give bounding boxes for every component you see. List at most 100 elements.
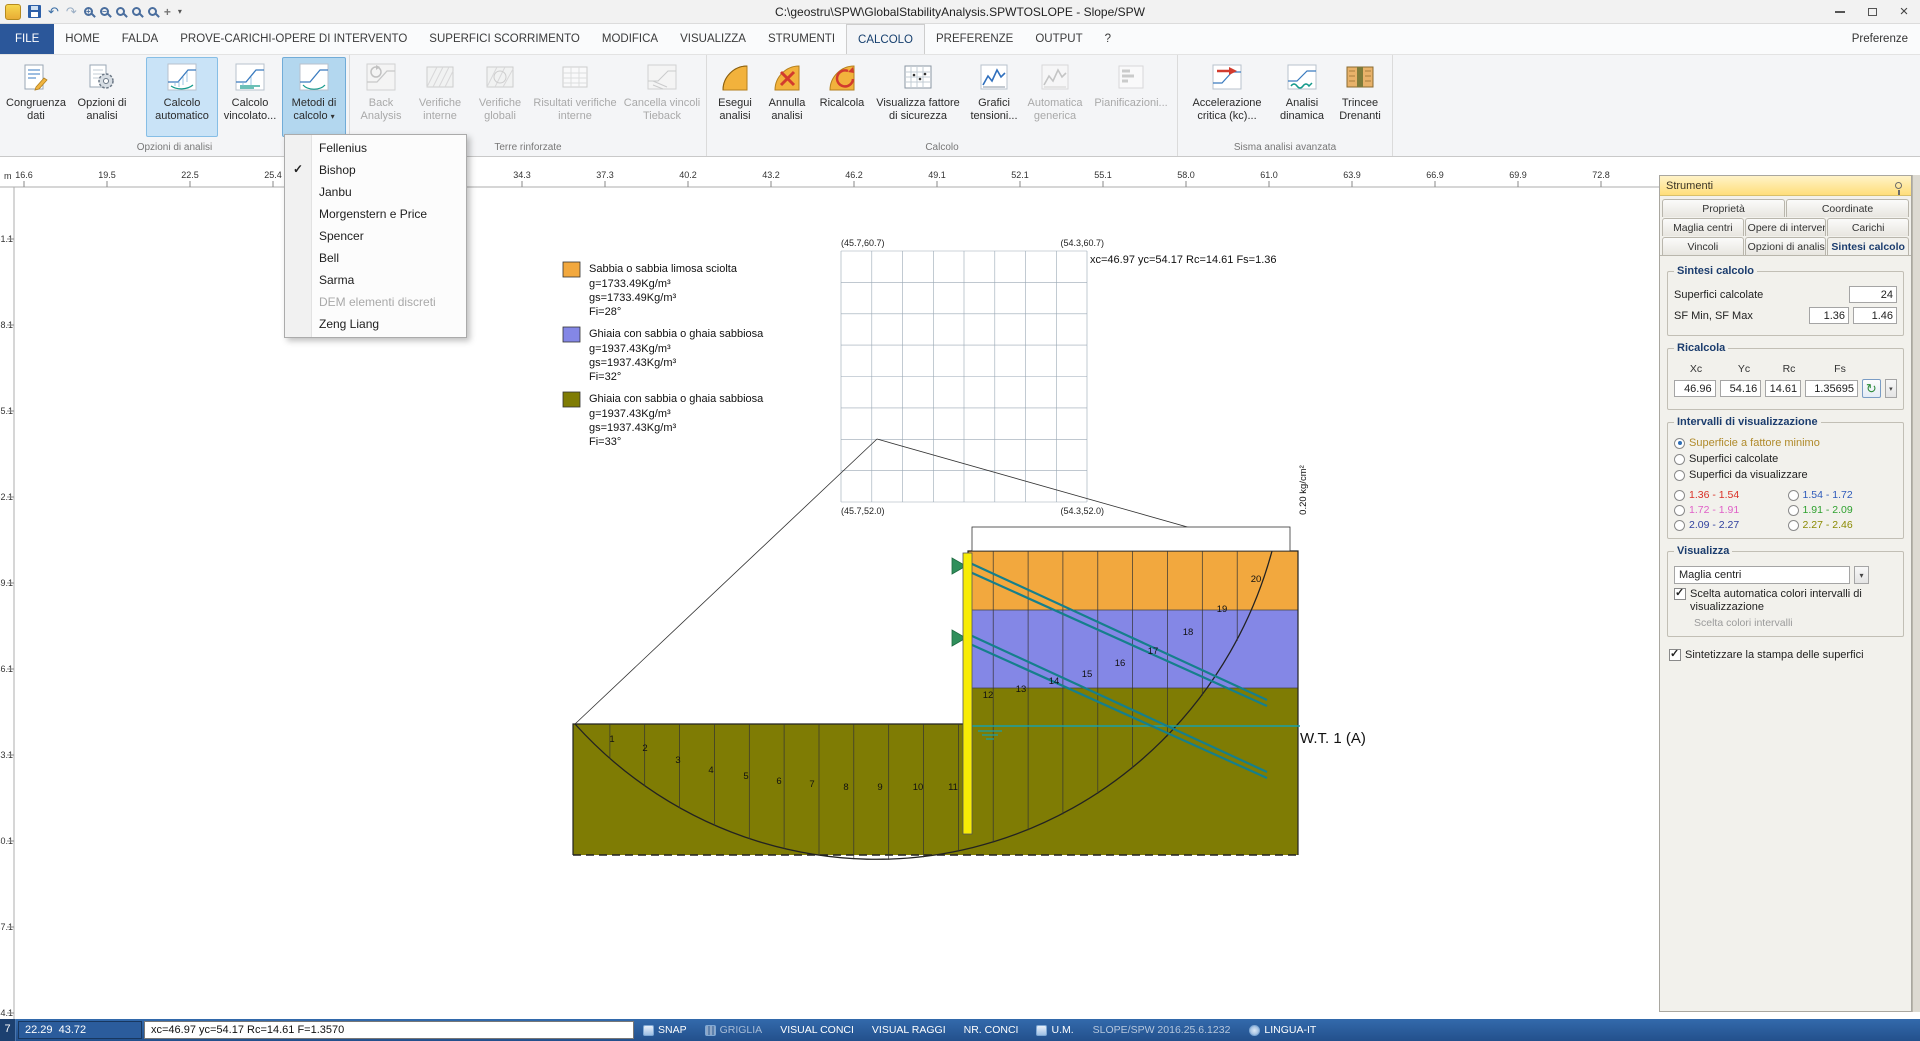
- save-icon[interactable]: [28, 5, 41, 18]
- auto-colors-checkbox-row[interactable]: Scelta automatica colori intervalli di v…: [1674, 588, 1897, 613]
- panel-tab-maglia-centri[interactable]: Maglia centri: [1662, 218, 1744, 236]
- radio-superficie-fattore-minimo[interactable]: Superficie a fattore minimo: [1674, 437, 1897, 449]
- tab-calcolo[interactable]: CALCOLO: [846, 24, 925, 54]
- zoom-window-icon[interactable]: [116, 7, 125, 16]
- menu-item-spencer[interactable]: Spencer: [285, 225, 466, 247]
- menu-item-bell[interactable]: Bell: [285, 247, 466, 269]
- yc-field[interactable]: 54.16: [1720, 380, 1762, 397]
- radio-superfici-calcolate[interactable]: Superfici calcolate: [1674, 453, 1897, 465]
- panel-tab-proprieta[interactable]: Proprietà: [1662, 199, 1785, 217]
- trincee-drenanti-button[interactable]: Trincee Drenanti: [1331, 57, 1389, 137]
- back-analysis-icon: [366, 61, 396, 95]
- tab-home[interactable]: HOME: [54, 24, 111, 54]
- panel-tab-opere-intervento[interactable]: Opere di intervento: [1745, 218, 1827, 236]
- slice-number: 1: [609, 734, 614, 745]
- radio-superfici-da-visualizzare[interactable]: Superfici da visualizzare: [1674, 469, 1897, 481]
- zoom-out-icon[interactable]: −: [100, 7, 109, 16]
- tab-visualizza[interactable]: VISUALIZZA: [669, 24, 757, 54]
- xc-field[interactable]: 46.96: [1674, 380, 1716, 397]
- refresh-icon: ↻: [1866, 381, 1877, 397]
- griglia-toggle[interactable]: GRIGLIA: [705, 1024, 763, 1036]
- snap-toggle[interactable]: SNAP: [643, 1024, 687, 1036]
- recalculate-dropdown-button[interactable]: ▾: [1885, 379, 1897, 398]
- slice-number: 18: [1183, 627, 1194, 638]
- fs-range-option[interactable]: 2.09 - 2.27: [1674, 519, 1784, 531]
- ricalcola-button[interactable]: Ricalcola: [814, 57, 870, 137]
- app-icon: [5, 4, 21, 20]
- tab-superfici-scorrimento[interactable]: SUPERFICI SCORRIMENTO: [418, 24, 591, 54]
- congruenza-dati-button[interactable]: Congruenza dati: [3, 57, 69, 137]
- visualizza-combo-dropdown-button[interactable]: ▾: [1854, 566, 1869, 584]
- visual-raggi-toggle[interactable]: VISUAL RAGGI: [872, 1024, 946, 1036]
- um-toggle[interactable]: U.M.: [1036, 1024, 1073, 1036]
- metodi-di-calcolo-button[interactable]: Metodi di calcolo ▾: [282, 57, 346, 137]
- opzioni-di-analisi-button[interactable]: Opzioni di analisi: [71, 57, 133, 137]
- panel-tab-opzioni-analisi[interactable]: Opzioni di analisi: [1745, 237, 1827, 255]
- visual-conci-toggle[interactable]: VISUAL CONCI: [780, 1024, 854, 1036]
- fs-range-option[interactable]: 1.36 - 1.54: [1674, 489, 1784, 501]
- esegui-analisi-button[interactable]: Esegui analisi: [710, 57, 760, 137]
- fs-range-option[interactable]: 1.54 - 1.72: [1788, 489, 1898, 501]
- panel-tab-carichi[interactable]: Carichi: [1827, 218, 1909, 236]
- zoom-in-icon[interactable]: +: [84, 7, 93, 16]
- grafici-tensioni-button[interactable]: Grafici tensioni...: [966, 57, 1022, 137]
- tab-file[interactable]: FILE: [0, 24, 54, 54]
- analisi-dinamica-button[interactable]: Analisi dinamica: [1275, 57, 1329, 137]
- minimize-button[interactable]: [1824, 0, 1856, 23]
- sintetizzare-checkbox-row[interactable]: Sintetizzare la stampa delle superfici: [1669, 649, 1902, 661]
- menu-item-fellenius[interactable]: Fellenius: [285, 137, 466, 159]
- tab-preferenze[interactable]: PREFERENZE: [925, 24, 1024, 54]
- panel-tab-coordinate[interactable]: Coordinate: [1786, 199, 1909, 217]
- sf-max-field[interactable]: 1.46: [1853, 307, 1897, 324]
- annulla-analisi-button[interactable]: Annulla analisi: [762, 57, 812, 137]
- ribbon-group-label: Sisma analisi avanzata: [1180, 141, 1390, 156]
- panel-tab-sintesi-calcolo[interactable]: Sintesi calcolo: [1827, 237, 1909, 255]
- redo-icon[interactable]: ↷: [66, 5, 77, 19]
- maximize-button[interactable]: [1856, 0, 1888, 23]
- tab-strumenti[interactable]: STRUMENTI: [757, 24, 846, 54]
- accelerazione-critica-button[interactable]: Accelerazione critica (kc)...: [1181, 57, 1273, 137]
- visualizza-combobox[interactable]: Maglia centri: [1674, 566, 1850, 584]
- zoom-extents-icon[interactable]: [132, 7, 141, 16]
- pin-icon[interactable]: [1895, 182, 1902, 189]
- language-selector[interactable]: LINGUA-IT: [1249, 1024, 1316, 1036]
- close-button[interactable]: ×: [1888, 0, 1920, 23]
- dropdown-caret-icon: ▾: [331, 112, 335, 121]
- ribbon-group-sisma: Accelerazione critica (kc)... Analisi di…: [1178, 55, 1393, 156]
- tab-output[interactable]: OUTPUT: [1024, 24, 1093, 54]
- sf-min-field[interactable]: 1.36: [1809, 307, 1849, 324]
- calcolo-vincolato-button[interactable]: Calcolo vincolato...: [220, 57, 280, 137]
- surcharge-load-label: 0.20 kg/cm²: [1298, 465, 1309, 515]
- fs-field[interactable]: 1.35695: [1805, 380, 1858, 397]
- tab-help[interactable]: ?: [1094, 24, 1122, 54]
- panel-tab-vincoli[interactable]: Vincoli: [1662, 237, 1744, 255]
- menu-item-morgenstern-price[interactable]: Morgenstern e Price: [285, 203, 466, 225]
- result-annotation: xc=46.97 yc=54.17 Rc=14.61 Fs=1.36: [1090, 254, 1277, 266]
- nr-conci-toggle[interactable]: NR. CONCI: [964, 1024, 1019, 1036]
- tab-prove-carichi[interactable]: PROVE-CARICHI-OPERE DI INTERVENTO: [169, 24, 418, 54]
- undo-icon[interactable]: ↶: [48, 5, 59, 19]
- fs-range-option[interactable]: 2.27 - 2.46: [1788, 519, 1898, 531]
- visualizza-fattore-sicurezza-button[interactable]: Visualizza fattore di sicurezza: [872, 57, 964, 137]
- menu-item-sarma[interactable]: Sarma: [285, 269, 466, 291]
- tab-falda[interactable]: FALDA: [111, 24, 169, 54]
- menu-item-janbu[interactable]: Janbu: [285, 181, 466, 203]
- pan-icon[interactable]: +: [164, 5, 171, 19]
- legend-line: g=1937.43Kg/m³: [589, 343, 671, 355]
- rc-field[interactable]: 14.61: [1765, 380, 1801, 397]
- legend-line: g=1733.49Kg/m³: [589, 278, 671, 290]
- menu-item-zeng-liang[interactable]: Zeng Liang: [285, 313, 466, 335]
- calcolo-automatico-button[interactable]: Calcolo automatico: [146, 57, 218, 137]
- zoom-previous-icon[interactable]: [148, 7, 157, 16]
- ribbon-group-calcolo: Esegui analisi Annulla analisi Ricalcola…: [707, 55, 1178, 156]
- preferenze-quick-label[interactable]: Preferenze: [1840, 24, 1920, 54]
- qat-menu-chevron-icon[interactable]: ▾: [178, 7, 182, 16]
- panel-scrollbar[interactable]: [1912, 175, 1920, 1012]
- recalculate-button[interactable]: ↻: [1862, 379, 1881, 398]
- fs-range-option[interactable]: 1.91 - 2.09: [1788, 504, 1898, 516]
- superfici-calcolate-field[interactable]: 24: [1849, 286, 1897, 303]
- tab-modifica[interactable]: MODIFICA: [591, 24, 669, 54]
- fs-range-option[interactable]: 1.72 - 1.91: [1674, 504, 1784, 516]
- menu-item-bishop[interactable]: ✓Bishop: [285, 159, 466, 181]
- app-version: SLOPE/SPW 2016.25.6.1232: [1093, 1024, 1231, 1036]
